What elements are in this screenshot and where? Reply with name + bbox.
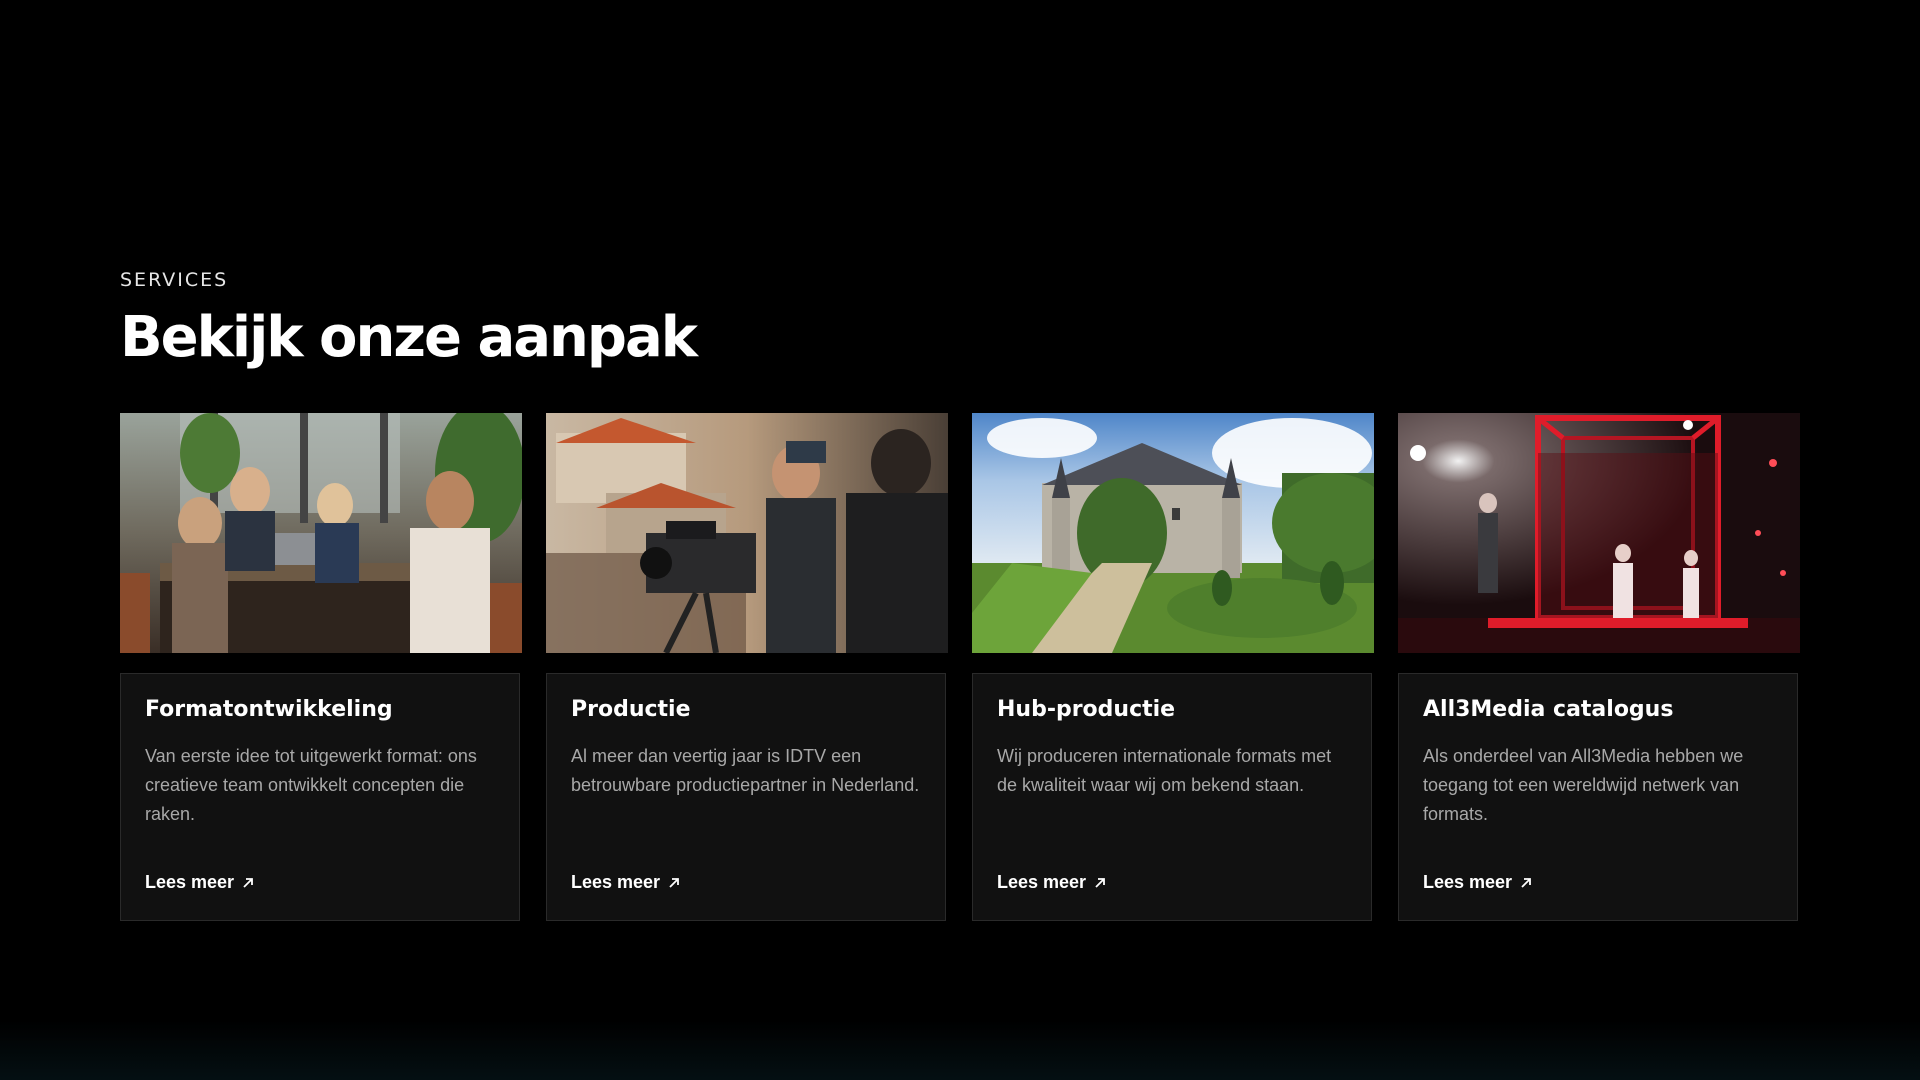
card-body: All3Media catalogus Als onderdeel van Al… [1398,673,1798,921]
card-title: Formatontwikkeling [145,697,393,722]
service-cards: Formatontwikkeling Van eerste idee tot u… [120,413,1800,921]
services-section: SERVICES Bekijk onze aanpak Formatontwik… [120,268,1800,921]
card-description: Al meer dan veertig jaar is IDTV een bet… [571,746,920,795]
read-more-link[interactable]: Lees meer [997,872,1106,893]
section-title: Bekijk onze aanpak [120,305,698,370]
arrow-up-right-icon [1520,877,1532,889]
section-eyebrow: SERVICES [120,269,229,291]
arrow-up-right-icon [668,877,680,889]
card-description: Als onderdeel van All3Media hebben we to… [1423,746,1744,824]
arrow-up-right-icon [242,877,254,889]
card-description: Van eerste idee tot uitgewerkt format: o… [145,746,477,824]
card-image-meeting [120,413,522,653]
read-more-label: Lees meer [997,872,1087,892]
card-image-stage [1398,413,1800,653]
service-card-hub-productie[interactable]: Hub-productie Wij produceren internation… [972,413,1374,921]
read-more-label: Lees meer [571,872,661,892]
card-body: Productie Al meer dan veertig jaar is ID… [546,673,946,921]
card-title: Hub-productie [997,697,1176,722]
card-description: Wij produceren internationale formats me… [997,746,1332,795]
card-title: Productie [571,697,691,722]
read-more-link[interactable]: Lees meer [571,872,680,893]
card-body: Hub-productie Wij produceren internation… [972,673,1372,921]
service-card-productie[interactable]: Productie Al meer dan veertig jaar is ID… [546,413,948,921]
read-more-label: Lees meer [1423,872,1513,892]
card-body: Formatontwikkeling Van eerste idee tot u… [120,673,520,921]
service-card-formatontwikkeling[interactable]: Formatontwikkeling Van eerste idee tot u… [120,413,522,921]
card-title: All3Media catalogus [1423,697,1674,722]
read-more-link[interactable]: Lees meer [1423,872,1532,893]
service-card-all3media-catalogus[interactable]: All3Media catalogus Als onderdeel van Al… [1398,413,1800,921]
read-more-link[interactable]: Lees meer [145,872,254,893]
arrow-up-right-icon [1094,877,1106,889]
card-image-film-crew [546,413,948,653]
card-image-castle [972,413,1374,653]
bottom-gradient [0,1020,1920,1080]
read-more-label: Lees meer [145,872,235,892]
